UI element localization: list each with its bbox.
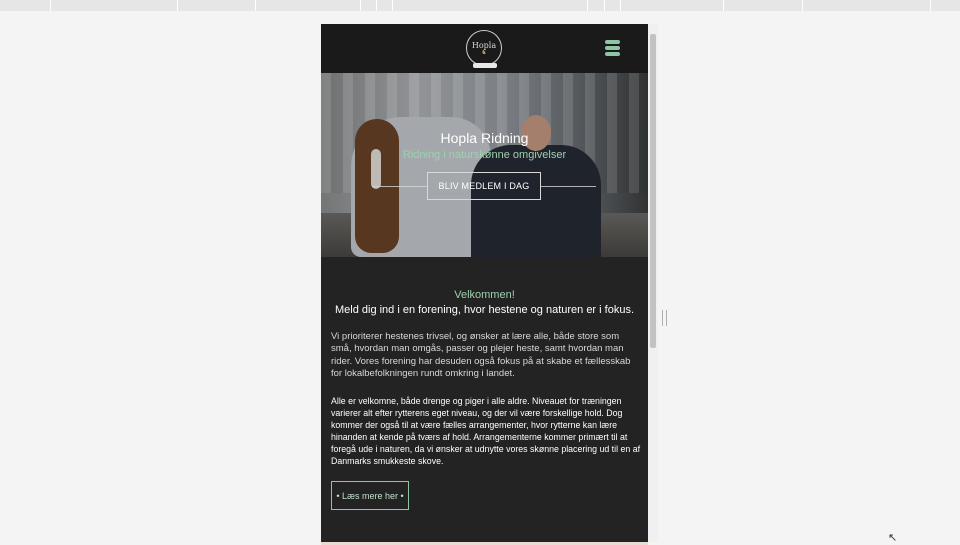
resize-handle[interactable] (662, 310, 667, 326)
hero-subtitle: Ridning i naturskønne omgivelser (402, 149, 567, 161)
scrollbar-thumb[interactable] (650, 34, 656, 348)
hero-divider-right (541, 186, 596, 187)
join-today-button[interactable]: BLIV MEDLEM I DAG (427, 172, 541, 200)
mouse-cursor-icon: ↖ (888, 532, 898, 544)
hero-title: Hopla Ridning (440, 130, 529, 146)
intro-paragraph: Vi prioriterer hestenes trivsel, og ønsk… (331, 331, 631, 380)
logo-ribbon (473, 63, 497, 68)
horse-emblem-icon: ♞ (481, 49, 487, 56)
hero-banner: Hopla Ridning Ridning i naturskønne omgi… (321, 73, 648, 257)
welcome-subheading: Meld dig ind i en forening, hvor hestene… (334, 304, 635, 316)
hero-divider-left (372, 186, 427, 187)
read-more-button[interactable]: • Læs mere her • (331, 481, 409, 510)
welcome-heading: Velkommen! (454, 289, 515, 301)
page-scrollbar[interactable] (648, 24, 658, 542)
details-paragraph: Alle er velkomne, både drenge og piger i… (331, 396, 641, 466)
site-header: Hopla ♞ (321, 24, 648, 73)
top-ruler (0, 0, 960, 11)
logo-text: Hopla (471, 40, 497, 50)
hamburger-menu-icon[interactable] (605, 40, 620, 56)
welcome-section: Velkommen! Meld dig ind i en forening, h… (321, 257, 648, 542)
site-logo[interactable]: Hopla ♞ (466, 30, 502, 68)
mobile-viewport: Hopla ♞ Hopla Ridning Ridning i naturskø… (321, 24, 648, 542)
